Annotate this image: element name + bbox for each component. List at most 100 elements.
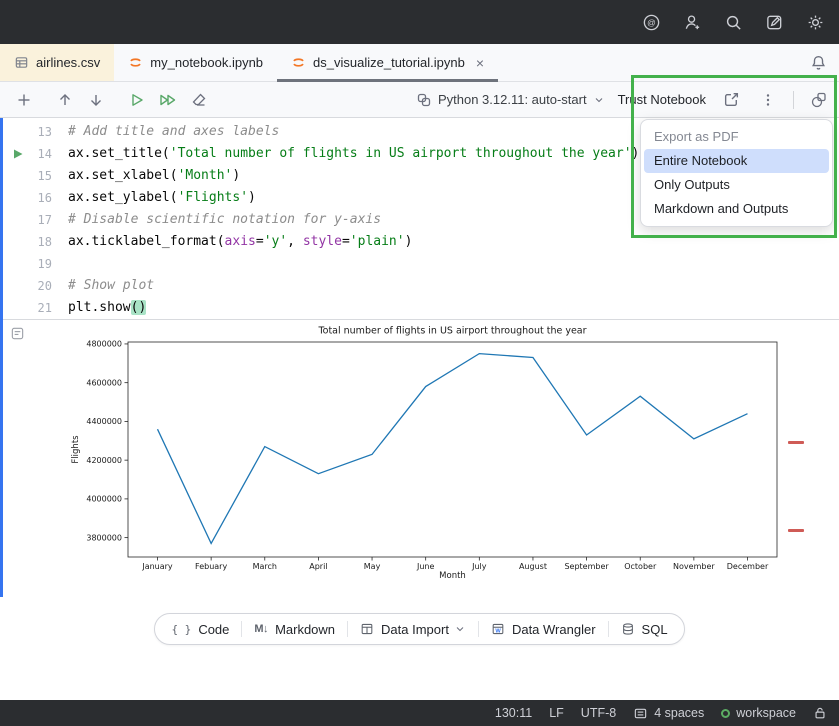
file-encoding[interactable]: UTF-8 <box>581 706 616 720</box>
svg-text:September: September <box>564 562 609 571</box>
line-number: 15 <box>26 165 52 187</box>
editor-line-20[interactable]: 20# Show plot <box>0 275 839 297</box>
tab-strip: airlines.csv my_notebook.ipynb ds_visualiz… <box>0 44 498 81</box>
run-cell-icon[interactable] <box>125 88 149 112</box>
add-sql-cell-button[interactable]: SQL <box>609 614 680 644</box>
indent-setting[interactable]: 4 spaces <box>633 706 704 721</box>
caret-position[interactable]: 130:11 <box>495 706 532 720</box>
chevron-down-icon <box>454 623 466 635</box>
move-cell-down-icon[interactable] <box>84 88 108 112</box>
gutter-space <box>0 165 26 187</box>
flights-line-chart: 3800000400000042000004400000460000048000… <box>62 320 780 582</box>
move-cell-up-icon[interactable] <box>53 88 77 112</box>
workspace-status[interactable]: workspace <box>721 706 796 720</box>
export-icon[interactable] <box>719 88 743 112</box>
gutter-space <box>0 121 26 143</box>
add-user-icon[interactable] <box>682 12 702 32</box>
jupyter-servers-icon[interactable] <box>807 88 831 112</box>
cell-output: 3800000400000042000004400000460000048000… <box>0 320 839 600</box>
line-number: 19 <box>26 253 52 275</box>
more-options-kebab-icon[interactable] <box>756 88 780 112</box>
add-data-import-cell-button[interactable]: Data Import <box>348 614 478 644</box>
svg-text:Flights: Flights <box>71 435 81 464</box>
svg-text:November: November <box>673 562 715 571</box>
svg-text:3800000: 3800000 <box>86 533 122 542</box>
menu-item-entire-notebook[interactable]: Entire Notebook <box>644 149 829 173</box>
run-all-cells-icon[interactable] <box>156 88 180 112</box>
svg-text:Total number of flights in US: Total number of flights in US airport th… <box>317 326 586 337</box>
line-number: 13 <box>26 121 52 143</box>
markdown-icon: M↓ <box>254 623 268 635</box>
lock-icon[interactable] <box>813 706 827 720</box>
svg-text:January: January <box>141 562 173 571</box>
svg-text:March: March <box>253 562 277 571</box>
editor-line-19[interactable]: 19 <box>0 253 839 275</box>
code-text: # Disable scientific notation for y-axis <box>52 209 381 231</box>
svg-text:December: December <box>727 562 769 571</box>
error-stripe-mark[interactable] <box>788 529 804 532</box>
svg-text:August: August <box>519 562 547 571</box>
svg-text:4000000: 4000000 <box>86 495 122 504</box>
svg-text:April: April <box>309 562 327 571</box>
add-cell-icon[interactable] <box>12 88 36 112</box>
menu-header-export-as-pdf: Export as PDF <box>641 125 832 149</box>
tab-ds-visualize-tutorial-ipynb[interactable]: ds_visualize_tutorial.ipynb× <box>277 44 498 81</box>
code-icon: { } <box>171 623 191 636</box>
workspace-label: workspace <box>736 706 796 720</box>
gutter-space <box>0 187 26 209</box>
svg-text:October: October <box>624 562 657 571</box>
tab-close-icon[interactable]: × <box>476 55 484 71</box>
line-separator[interactable]: LF <box>549 706 564 720</box>
svg-text:May: May <box>364 562 381 571</box>
notebook-toolbar: Python 3.12.11: auto-start Trust Noteboo… <box>0 82 839 118</box>
line-number: 20 <box>26 275 52 297</box>
code-text: ax.set_xlabel('Month') <box>52 165 240 187</box>
line-number: 18 <box>26 231 52 253</box>
code-text: # Add title and axes labels <box>52 121 279 143</box>
workspace-status-icon <box>721 709 730 718</box>
line-number: 14 <box>26 143 52 165</box>
output-options-icon[interactable] <box>10 326 25 344</box>
error-stripe-mark[interactable] <box>788 441 804 444</box>
wrangler-icon: W <box>491 622 505 636</box>
database-icon <box>621 622 635 636</box>
line-number: 17 <box>26 209 52 231</box>
run-cell-gutter-icon[interactable] <box>0 143 26 165</box>
tab-bar: airlines.csv my_notebook.ipynb ds_visualiz… <box>0 44 839 82</box>
svg-text:Month: Month <box>439 571 466 581</box>
notifications-bell-icon[interactable] <box>810 44 827 81</box>
tab-label: my_notebook.ipynb <box>150 55 263 70</box>
add-data-wrangler-cell-button[interactable]: W Data Wrangler <box>479 614 608 644</box>
clear-outputs-icon[interactable] <box>187 88 211 112</box>
gutter-space <box>0 209 26 231</box>
svg-text:June: June <box>416 562 435 571</box>
gutter-space <box>0 253 26 275</box>
button-label: Code <box>198 622 229 637</box>
menu-item-markdown-and-outputs[interactable]: Markdown and Outputs <box>644 197 829 221</box>
editor-line-21[interactable]: 21plt.show() <box>0 297 839 319</box>
button-label: Data Import <box>381 622 449 637</box>
button-label: Data Wrangler <box>512 622 596 637</box>
add-code-cell-button[interactable]: { } Code <box>159 614 241 644</box>
tab-my-notebook-ipynb[interactable]: my_notebook.ipynb <box>114 44 277 81</box>
gutter-space <box>0 231 26 253</box>
feedback-icon[interactable] <box>764 12 784 32</box>
menu-item-only-outputs[interactable]: Only Outputs <box>644 173 829 197</box>
add-markdown-cell-button[interactable]: M↓Markdown <box>242 614 347 644</box>
trust-notebook-button[interactable]: Trust Notebook <box>618 92 706 107</box>
interpreter-selector[interactable]: Python 3.12.11: auto-start <box>416 92 605 108</box>
editor-line-18[interactable]: 18ax.ticklabel_format(axis='y', style='p… <box>0 231 839 253</box>
search-icon[interactable] <box>723 12 743 32</box>
ai-assistant-icon[interactable]: @ <box>641 12 661 32</box>
gutter-space <box>0 275 26 297</box>
settings-icon[interactable] <box>805 12 825 32</box>
status-bar: 130:11 LF UTF-8 4 spaces workspace <box>0 700 839 726</box>
python-interpreter-icon <box>416 92 432 108</box>
svg-text:W: W <box>495 629 501 635</box>
code-text: # Show plot <box>52 275 154 297</box>
tab-airlines-csv[interactable]: airlines.csv <box>0 44 114 81</box>
indent-label: 4 spaces <box>654 706 704 720</box>
gutter-space <box>0 297 26 319</box>
svg-text:4800000: 4800000 <box>86 340 122 349</box>
jupyter-icon <box>291 55 306 70</box>
